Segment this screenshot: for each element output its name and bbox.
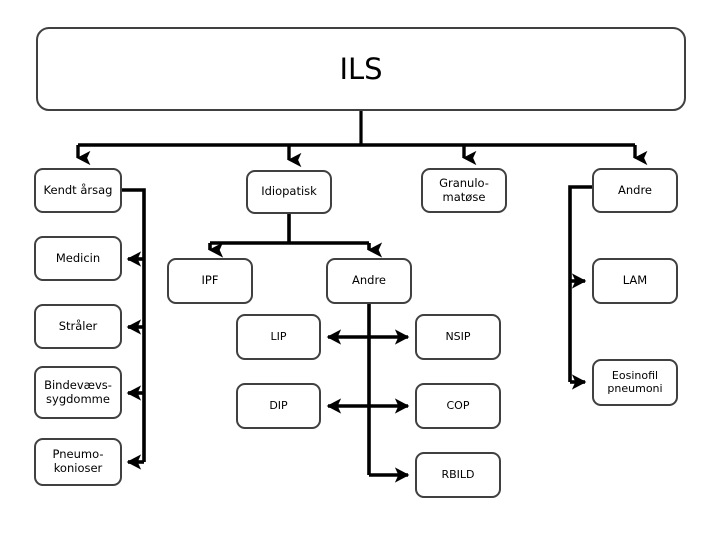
node-label: Pneumo- konioser — [52, 447, 104, 475]
node-andre-idiopatisk[interactable]: Andre — [326, 258, 412, 304]
node-lip[interactable]: LIP — [236, 314, 321, 360]
node-dip[interactable]: DIP — [236, 383, 321, 429]
node-cop[interactable]: COP — [415, 383, 501, 429]
node-label: Andre — [617, 182, 652, 197]
node-idiopatisk[interactable]: Idiopatisk — [246, 170, 332, 214]
node-lam[interactable]: LAM — [592, 258, 678, 304]
node-medicin[interactable]: Medicin — [34, 236, 122, 281]
node-label: LIP — [270, 329, 287, 343]
node-label: Bindevævs- sygdomme — [44, 377, 112, 406]
node-andre-top[interactable]: Andre — [592, 168, 678, 213]
connector-kendt-arsag-bus — [122, 188, 146, 470]
diagram-canvas: ILS Kendt årsag Idiopatisk Granulo- matø… — [0, 0, 720, 540]
node-kendt-arsag[interactable]: Kendt årsag — [34, 168, 122, 213]
node-label: Granulo- matøse — [439, 175, 489, 204]
node-label: Idiopatisk — [261, 184, 317, 199]
connector-andre-top-bus — [568, 185, 592, 390]
node-ils-root[interactable]: ILS — [36, 27, 686, 111]
node-label: ILS — [339, 51, 383, 86]
connector-level1-bus — [76, 143, 648, 168]
node-rbild[interactable]: RBILD — [415, 452, 501, 498]
node-label: LAM — [622, 273, 648, 288]
connector-idiopatisk-bus — [208, 213, 383, 258]
node-label: NSIP — [445, 329, 471, 343]
node-label: Andre — [351, 273, 386, 288]
node-label: Medicin — [55, 250, 101, 265]
node-pneumokonioser[interactable]: Pneumo- konioser — [34, 438, 122, 486]
node-granulomatose[interactable]: Granulo- matøse — [421, 168, 507, 213]
node-label: IPF — [201, 273, 219, 288]
node-label: Stråler — [58, 318, 98, 333]
node-label: Eosinofil pneumoni — [607, 368, 663, 395]
node-eosinofil-pneumoni[interactable]: Eosinofil pneumoni — [592, 359, 678, 406]
node-straler[interactable]: Stråler — [34, 304, 122, 349]
node-nsip[interactable]: NSIP — [415, 314, 501, 360]
node-label: Kendt årsag — [43, 182, 113, 197]
node-bindevaevssygdomme[interactable]: Bindevævs- sygdomme — [34, 366, 122, 419]
node-label: RBILD — [441, 467, 475, 481]
node-label: DIP — [269, 398, 288, 412]
node-label: COP — [446, 398, 470, 412]
connector-andre-idiopatisk-bus — [326, 303, 410, 483]
node-ipf[interactable]: IPF — [167, 258, 253, 304]
